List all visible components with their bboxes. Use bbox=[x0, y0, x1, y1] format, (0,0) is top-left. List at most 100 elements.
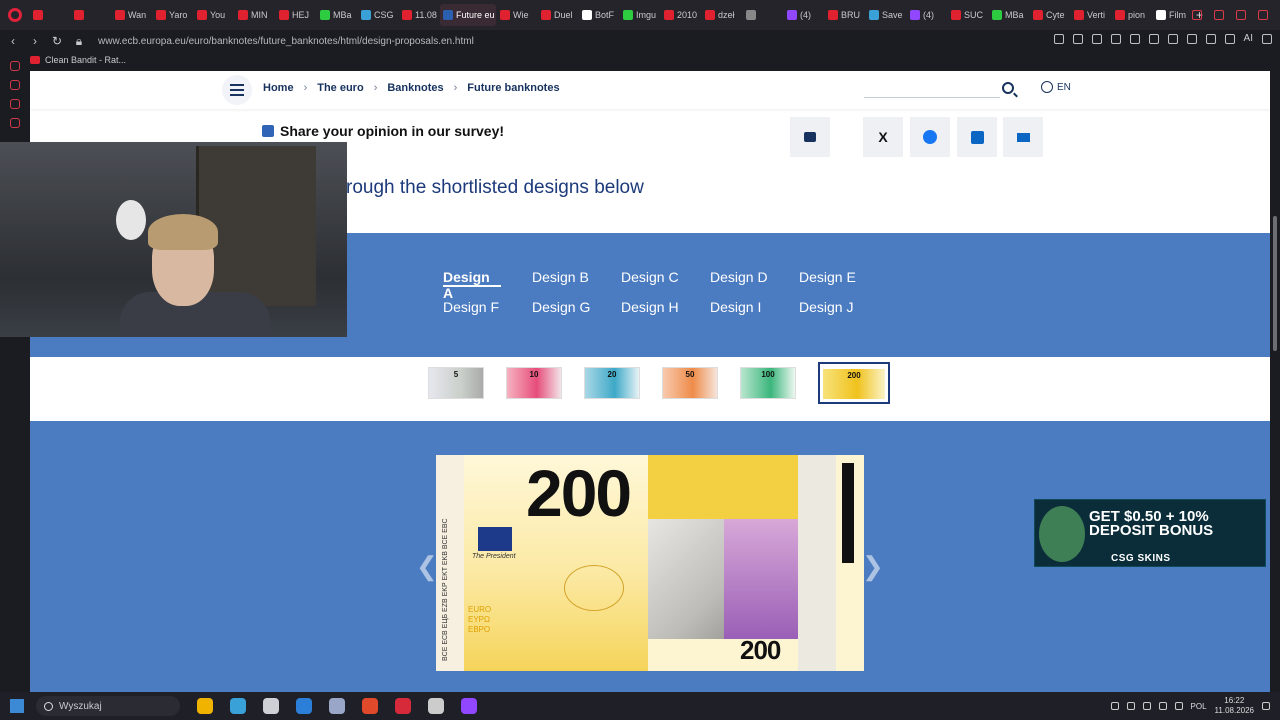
taskbar-app-icon[interactable] bbox=[461, 698, 477, 714]
browser-tab[interactable]: BotF bbox=[579, 4, 619, 26]
taskbar-app-icon[interactable] bbox=[362, 698, 378, 714]
browser-tab[interactable] bbox=[71, 4, 111, 26]
survey-link[interactable]: Share your opinion in our survey! bbox=[262, 123, 504, 139]
sidebar-messenger-icon[interactable] bbox=[10, 80, 20, 90]
browser-tab[interactable]: You bbox=[194, 4, 234, 26]
share-linkedin-button[interactable] bbox=[957, 117, 997, 157]
design-tab[interactable]: Design G bbox=[532, 299, 621, 317]
wallet-icon[interactable] bbox=[1205, 33, 1216, 44]
browser-tab[interactable]: Yaro bbox=[153, 4, 193, 26]
start-button[interactable] bbox=[10, 699, 24, 713]
translate-icon[interactable] bbox=[1110, 33, 1121, 44]
denomination-thumbnail[interactable]: 20 bbox=[584, 367, 640, 399]
shield-icon[interactable] bbox=[1091, 33, 1102, 44]
browser-tab[interactable]: MIN bbox=[235, 4, 275, 26]
breadcrumb-home[interactable]: Home bbox=[263, 82, 294, 94]
browser-tab[interactable]: pion bbox=[1112, 4, 1152, 26]
notification-icon[interactable] bbox=[1262, 702, 1270, 710]
pin-icon[interactable] bbox=[1072, 33, 1083, 44]
taskbar-app-icon[interactable] bbox=[230, 698, 246, 714]
browser-tab[interactable]: (4) bbox=[907, 4, 947, 26]
cloud-icon[interactable] bbox=[1174, 702, 1183, 710]
design-tab[interactable]: Design J bbox=[799, 299, 888, 317]
denomination-thumbnail[interactable]: 5 bbox=[428, 367, 484, 399]
download-icon[interactable] bbox=[1224, 33, 1235, 44]
denomination-thumbnail[interactable]: 50 bbox=[662, 367, 718, 399]
play-icon[interactable] bbox=[1148, 33, 1159, 44]
browser-tab[interactable]: Film bbox=[1153, 4, 1193, 26]
taskbar-search[interactable]: Wyszukaj bbox=[36, 696, 180, 716]
menu-icon[interactable] bbox=[1262, 33, 1272, 44]
browser-tab[interactable]: Wie bbox=[497, 4, 537, 26]
denomination-thumbnail[interactable]: 10 bbox=[506, 367, 562, 399]
taskbar-app-icon[interactable] bbox=[263, 698, 279, 714]
reload-icon[interactable]: ↻ bbox=[48, 34, 66, 48]
next-arrow-icon[interactable]: ❯ bbox=[862, 551, 884, 582]
browser-tab[interactable]: Cyte bbox=[1030, 4, 1070, 26]
browser-tab[interactable]: Future eu bbox=[440, 4, 496, 26]
taskbar-app-icon[interactable] bbox=[329, 698, 345, 714]
breadcrumb-the-euro[interactable]: The euro bbox=[317, 82, 363, 94]
heart-icon[interactable] bbox=[1167, 33, 1178, 44]
denomination-thumbnail[interactable]: 100 bbox=[740, 367, 796, 399]
design-tab[interactable]: Design B bbox=[532, 269, 621, 287]
taskbar-app-icon[interactable] bbox=[197, 698, 213, 714]
browser-tab[interactable]: 11.08 bbox=[399, 4, 439, 26]
bookmark-item[interactable]: Clean Bandit - Rat... bbox=[45, 55, 126, 65]
browser-tab[interactable]: SUC bbox=[948, 4, 988, 26]
sidebar-home-icon[interactable] bbox=[10, 61, 20, 71]
search-input[interactable] bbox=[864, 82, 1000, 98]
share-facebook-button[interactable] bbox=[910, 117, 950, 157]
minimize-icon[interactable] bbox=[1214, 10, 1224, 20]
advertisement-banner[interactable]: GET $0.50 + 10% DEPOSIT BONUS CSG SKINS bbox=[1034, 499, 1266, 567]
clock[interactable]: 16:22 11.08.2026 bbox=[1215, 696, 1254, 716]
browser-tab[interactable]: CSG bbox=[358, 4, 398, 26]
breadcrumb-future-banknotes[interactable]: Future banknotes bbox=[467, 82, 559, 94]
browser-tab[interactable]: MBa bbox=[317, 4, 357, 26]
sidebar-chat-icon[interactable] bbox=[10, 99, 20, 109]
browser-tab[interactable]: MBa bbox=[989, 4, 1029, 26]
sidebar-toggle-icon[interactable] bbox=[1053, 33, 1064, 44]
design-tab[interactable]: Design I bbox=[710, 299, 799, 317]
browser-tab[interactable] bbox=[30, 4, 70, 26]
share-email-button[interactable] bbox=[1003, 117, 1043, 157]
print-button[interactable] bbox=[790, 117, 830, 157]
browser-tab[interactable] bbox=[743, 4, 783, 26]
taskbar-app-icon[interactable] bbox=[428, 698, 444, 714]
search-tabs-icon[interactable] bbox=[1192, 10, 1202, 20]
volume-icon[interactable] bbox=[1142, 702, 1151, 710]
breadcrumb-banknotes[interactable]: Banknotes bbox=[387, 82, 443, 94]
design-tab[interactable]: Design E bbox=[799, 269, 888, 287]
opera-logo-icon[interactable] bbox=[0, 0, 30, 30]
taskbar-app-icon[interactable] bbox=[395, 698, 411, 714]
url-field[interactable]: www.ecb.europa.eu/euro/banknotes/future_… bbox=[98, 36, 474, 47]
browser-tab[interactable]: dzeł bbox=[702, 4, 742, 26]
browser-tab[interactable]: 2010 bbox=[661, 4, 701, 26]
back-icon[interactable]: ‹ bbox=[4, 34, 22, 48]
browser-tab[interactable]: Verti bbox=[1071, 4, 1111, 26]
browser-tab[interactable]: Wan bbox=[112, 4, 152, 26]
browser-tab[interactable]: Save bbox=[866, 4, 906, 26]
maximize-icon[interactable] bbox=[1236, 10, 1246, 20]
language-selector[interactable]: EN bbox=[1041, 81, 1071, 93]
extensions-icon[interactable] bbox=[1186, 33, 1197, 44]
taskbar-app-icon[interactable] bbox=[296, 698, 312, 714]
keyboard-language[interactable]: POL bbox=[1191, 702, 1207, 711]
ai-button[interactable]: AI bbox=[1244, 33, 1253, 44]
sidebar-news-icon[interactable] bbox=[10, 118, 20, 128]
chevron-up-icon[interactable] bbox=[1110, 702, 1119, 710]
browser-tab[interactable]: Duel bbox=[538, 4, 578, 26]
design-tab[interactable]: Design A bbox=[443, 269, 501, 301]
bluetooth-icon[interactable] bbox=[1158, 702, 1167, 710]
design-tab[interactable]: Design C bbox=[621, 269, 710, 287]
design-tab[interactable]: Design H bbox=[621, 299, 710, 317]
microphone-icon[interactable] bbox=[1126, 702, 1135, 710]
scrollbar[interactable] bbox=[1270, 71, 1280, 692]
design-tab[interactable]: Design D bbox=[710, 269, 799, 287]
close-icon[interactable] bbox=[1258, 10, 1268, 20]
snapshot-icon[interactable] bbox=[1129, 33, 1140, 44]
previous-arrow-icon[interactable]: ❮ bbox=[416, 551, 438, 582]
browser-tab[interactable]: Imgu bbox=[620, 4, 660, 26]
design-tab[interactable]: Design F bbox=[443, 299, 532, 317]
browser-tab[interactable]: BRU bbox=[825, 4, 865, 26]
